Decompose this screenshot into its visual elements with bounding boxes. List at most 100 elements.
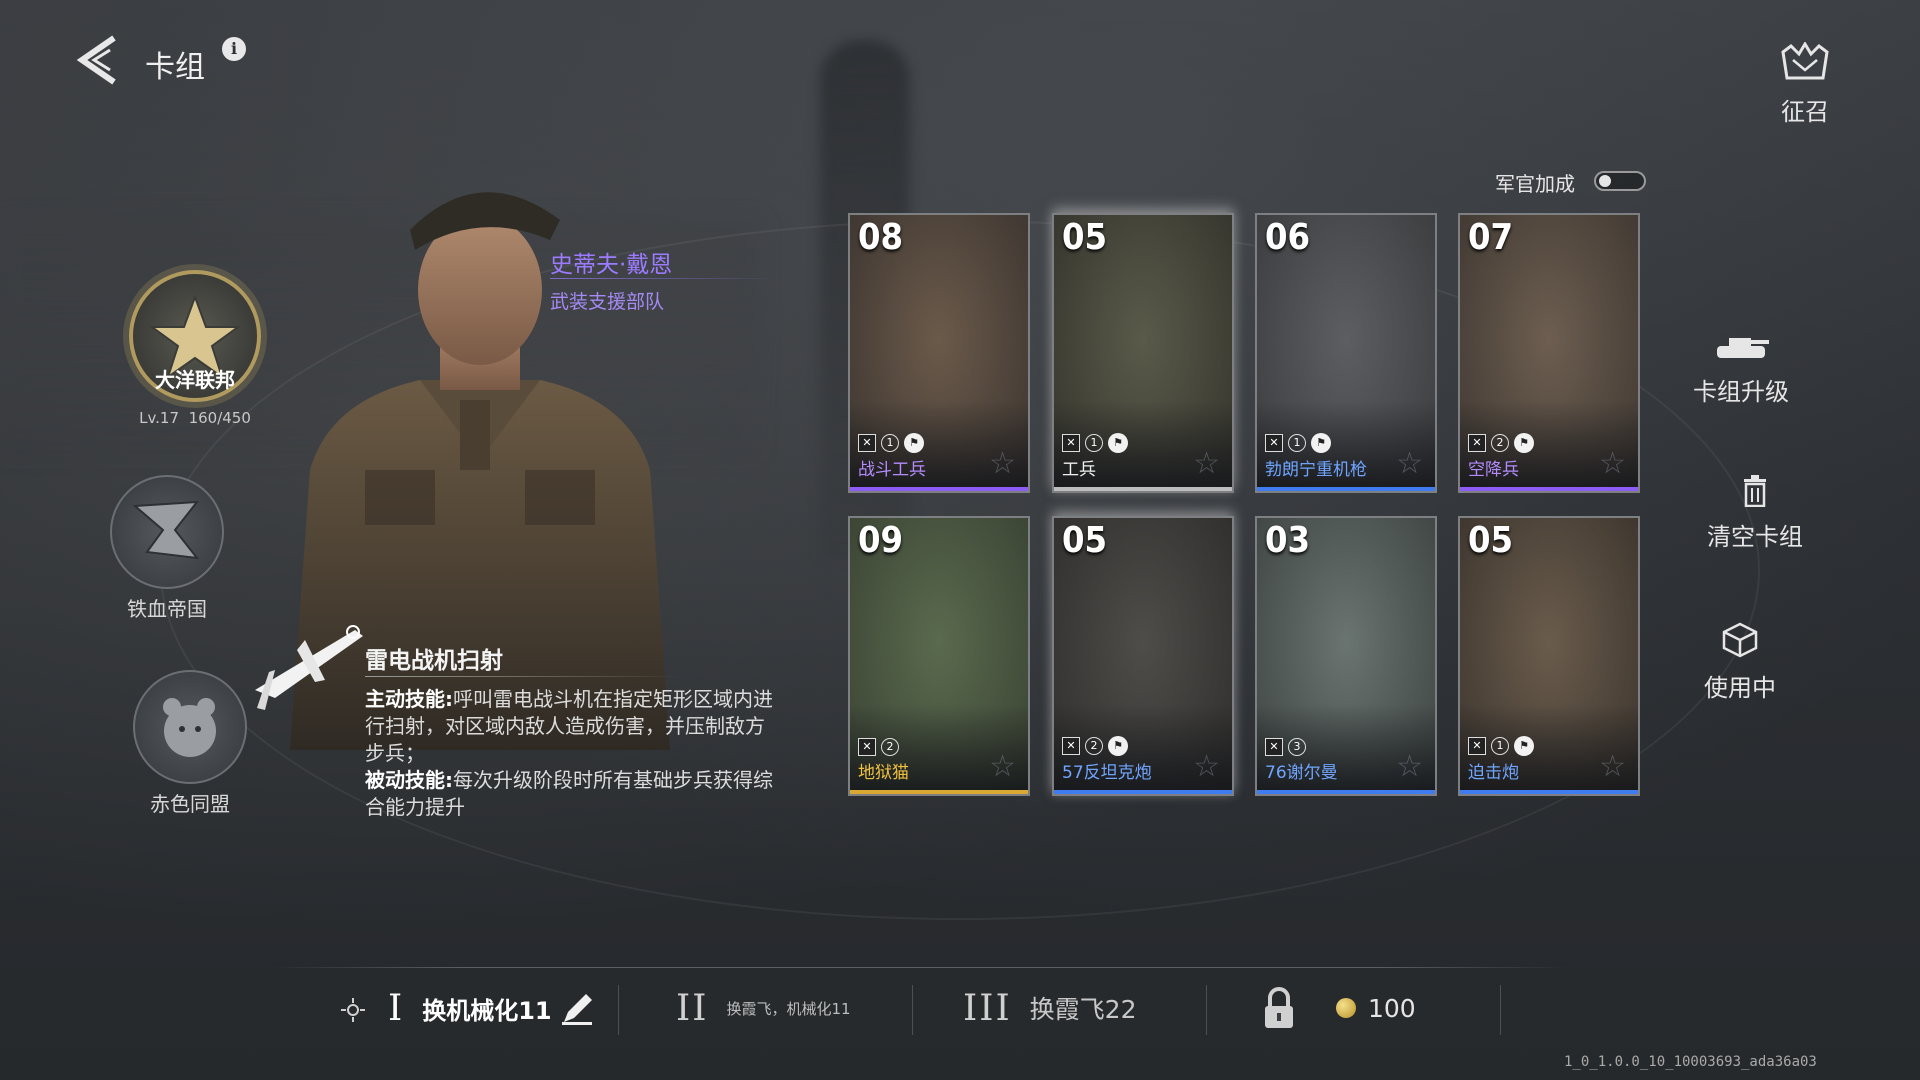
faction-ocean-federation[interactable]: 大洋联邦 Lv.17 160/450 bbox=[125, 270, 265, 427]
skill-divider bbox=[365, 676, 685, 677]
officer-bonus-toggle[interactable] bbox=[1594, 171, 1646, 191]
recruit-button[interactable]: 征召 bbox=[1775, 41, 1835, 127]
faction-red-alliance[interactable]: 赤色同盟 bbox=[130, 670, 250, 817]
slot-separator bbox=[912, 985, 913, 1035]
paratrooper-icon: ✕ bbox=[1468, 434, 1486, 452]
card-count: 1 bbox=[1085, 434, 1103, 452]
card-name: 地狱猫 bbox=[858, 763, 909, 783]
card-cost: 07 bbox=[1468, 217, 1514, 258]
card-icons: ✕ 3 bbox=[1265, 738, 1306, 756]
card-cost: 05 bbox=[1468, 520, 1514, 561]
rarity-bar bbox=[1257, 487, 1435, 491]
bottom-divider bbox=[270, 967, 1570, 968]
tank-icon bbox=[1717, 338, 1769, 358]
faction-name: 赤色同盟 bbox=[150, 792, 230, 816]
slot-name: 换霞飞，机械化11 bbox=[726, 999, 851, 1018]
lock-icon bbox=[1265, 987, 1293, 1028]
fighter-plane-icon bbox=[245, 610, 375, 720]
card-icons: ✕ 1 ⚑ bbox=[1468, 736, 1534, 756]
engineer-icon: ✕ bbox=[1062, 434, 1080, 452]
unit-card[interactable]: 05 ✕ 2 ⚑ 57反坦克炮 ☆ bbox=[1052, 516, 1234, 796]
card-name: 战斗工兵 bbox=[858, 460, 926, 480]
card-count: 2 bbox=[881, 738, 899, 756]
card-cost: 09 bbox=[858, 520, 904, 561]
tank-icon: ✕ bbox=[1265, 738, 1283, 756]
skill-description: 主动技能:呼叫雷电战斗机在指定矩形区域内进行扫射，对区域内敌人造成伤害，并压制敌… bbox=[365, 686, 775, 821]
card-name: 57反坦克炮 bbox=[1062, 763, 1152, 783]
star-icon: ☆ bbox=[1396, 749, 1423, 784]
card-count: 1 bbox=[1491, 737, 1509, 755]
in-use-button[interactable]: 使用中 bbox=[1675, 622, 1805, 703]
box-icon bbox=[1722, 622, 1758, 658]
clear-deck-label: 清空卡组 bbox=[1707, 523, 1803, 551]
rarity-bar bbox=[1460, 487, 1638, 491]
card-icons: ✕ 2 bbox=[858, 738, 899, 756]
toggle-knob bbox=[1599, 175, 1611, 187]
recruit-icon bbox=[1781, 41, 1829, 80]
rarity-bar bbox=[1054, 790, 1232, 794]
deck-upgrade-button[interactable]: 卡组升级 bbox=[1676, 332, 1806, 407]
unlock-cost: 100 bbox=[1368, 993, 1416, 1023]
edit-pen-icon[interactable] bbox=[558, 988, 598, 1028]
sun-icon bbox=[340, 997, 366, 1027]
unit-card[interactable]: 05 ✕ 1 ⚑ 工兵 ☆ bbox=[1052, 213, 1234, 493]
card-icons: ✕ 1 ⚑ bbox=[858, 433, 924, 453]
card-count: 2 bbox=[1491, 434, 1509, 452]
rarity-bar bbox=[850, 487, 1028, 491]
card-icons: ✕ 2 ⚑ bbox=[1062, 736, 1128, 756]
flag-icon: ⚑ bbox=[1311, 433, 1331, 453]
deck-slot-2[interactable]: II 换霞飞，机械化11 bbox=[676, 978, 851, 1038]
rarity-bar bbox=[1054, 487, 1232, 491]
slot-name: 换机械化11 bbox=[422, 996, 552, 1025]
clear-deck-button[interactable]: 清空卡组 bbox=[1690, 475, 1820, 552]
tank-destroyer-icon: ✕ bbox=[858, 738, 876, 756]
card-name: 迫击炮 bbox=[1468, 763, 1519, 783]
slot-number: I bbox=[388, 987, 405, 1029]
star-icon: ☆ bbox=[1599, 446, 1626, 481]
card-count: 1 bbox=[881, 434, 899, 452]
deck-slot-3[interactable]: III 换霞飞22 bbox=[963, 978, 1136, 1038]
star-icon: ☆ bbox=[1193, 749, 1220, 784]
slot-number: II bbox=[676, 987, 709, 1029]
slot-number: III bbox=[963, 987, 1012, 1029]
unit-card[interactable]: 03 ✕ 3 76谢尔曼 ☆ bbox=[1255, 516, 1437, 796]
unit-card[interactable]: 09 ✕ 2 地狱猫 ☆ bbox=[848, 516, 1030, 796]
star-icon: ☆ bbox=[1599, 749, 1626, 784]
mortar-icon: ✕ bbox=[1468, 737, 1486, 755]
officer-bonus-label: 军官加成 bbox=[1495, 172, 1575, 196]
commander-name: 史蒂夫·戴恩 bbox=[550, 252, 673, 278]
faction-iron-empire[interactable]: 铁血帝国 bbox=[110, 475, 224, 622]
card-name: 工兵 bbox=[1062, 460, 1096, 480]
back-button[interactable] bbox=[70, 30, 130, 90]
star-icon: ☆ bbox=[1396, 446, 1423, 481]
rarity-bar bbox=[850, 790, 1028, 794]
unit-card[interactable]: 05 ✕ 1 ⚑ 迫击炮 ☆ bbox=[1458, 516, 1640, 796]
engineer-icon: ✕ bbox=[858, 434, 876, 452]
unit-card[interactable]: 06 ✕ 1 ⚑ 勃朗宁重机枪 ☆ bbox=[1255, 213, 1437, 493]
active-skill-label: 主动技能: bbox=[365, 687, 453, 711]
unit-card[interactable]: 08 ✕ 1 ⚑ 战斗工兵 ☆ bbox=[848, 213, 1030, 493]
card-count: 1 bbox=[1288, 434, 1306, 452]
faction-level: Lv.17 160/450 bbox=[139, 409, 251, 427]
passive-skill-label: 被动技能: bbox=[365, 768, 453, 792]
machine-gun-icon: ✕ bbox=[1265, 434, 1283, 452]
commander-unit: 武装支援部队 bbox=[550, 291, 665, 313]
faction-name: 铁血帝国 bbox=[127, 597, 207, 621]
card-count: 2 bbox=[1085, 737, 1103, 755]
in-use-label: 使用中 bbox=[1704, 674, 1776, 702]
flag-icon: ⚑ bbox=[1514, 736, 1534, 756]
deck-slot-1[interactable]: I 换机械化11 bbox=[388, 978, 598, 1038]
slot-separator bbox=[1500, 985, 1501, 1035]
slot-separator bbox=[618, 985, 619, 1035]
unit-card[interactable]: 07 ✕ 2 ⚑ 空降兵 ☆ bbox=[1458, 213, 1640, 493]
card-name: 76谢尔曼 bbox=[1265, 763, 1338, 783]
gold-coin-icon bbox=[1336, 998, 1356, 1018]
bear-emblem-icon bbox=[133, 670, 247, 784]
slot-name: 换霞飞22 bbox=[1029, 995, 1137, 1024]
card-icons: ✕ 2 ⚑ bbox=[1468, 433, 1534, 453]
flag-icon: ⚑ bbox=[1514, 433, 1534, 453]
page-title: 卡组 bbox=[145, 50, 205, 85]
info-icon[interactable]: i bbox=[222, 37, 246, 61]
star-icon: ☆ bbox=[989, 446, 1016, 481]
locked-slot[interactable]: 100 bbox=[1262, 978, 1416, 1038]
